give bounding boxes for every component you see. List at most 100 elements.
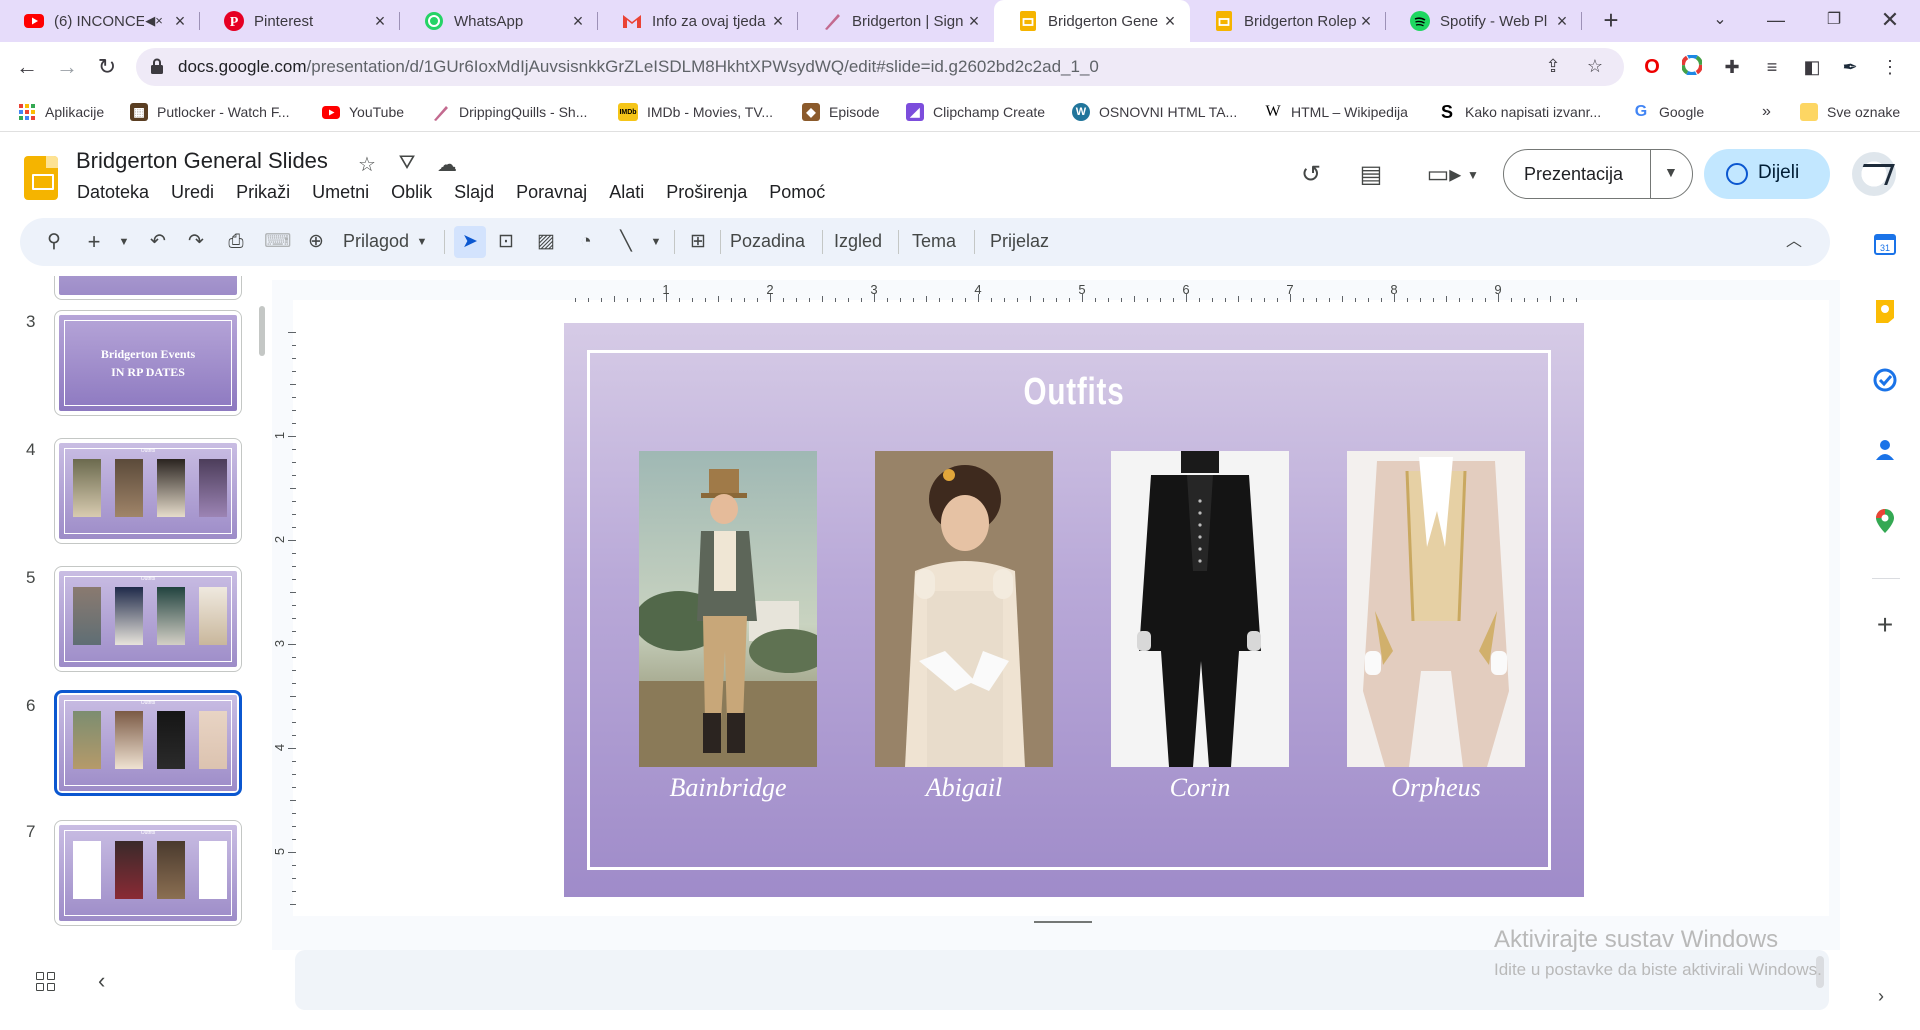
menu-prikazi[interactable]: Prikaži: [236, 182, 290, 206]
tab-pinterest[interactable]: P Pinterest ×: [200, 0, 400, 42]
new-tab-plus-icon[interactable]: +: [1596, 6, 1626, 36]
close-tab-icon[interactable]: ×: [1356, 11, 1376, 32]
bookmark-imdb[interactable]: IMDb IMDb - Movies, TV...: [618, 102, 773, 122]
outfit-image-abigail[interactable]: [875, 451, 1053, 767]
menu-pomoc[interactable]: Pomoć: [769, 182, 825, 206]
bookmark-wikipedia[interactable]: W HTML – Wikipedija: [1264, 102, 1408, 122]
collapse-toolbar-chevron-icon[interactable]: ︿: [1782, 230, 1806, 254]
tab-spotify[interactable]: Spotify - Web Pl ×: [1386, 0, 1582, 42]
menu-datoteka[interactable]: Datoteka: [77, 182, 149, 206]
grid-view-icon[interactable]: [36, 972, 56, 992]
outfit-image-bainbridge[interactable]: [639, 451, 817, 767]
menu-prosirenja[interactable]: Proširenja: [666, 182, 747, 206]
get-addons-plus-icon[interactable]: +: [1872, 611, 1898, 639]
cloud-saved-icon[interactable]: ☁: [434, 152, 460, 178]
tab-bridgerton-roleplay[interactable]: Bridgerton Rolep ×: [1190, 0, 1386, 42]
collapse-filmstrip-chevron-icon[interactable]: ‹: [98, 968, 105, 994]
bookmark-google[interactable]: G Google: [1632, 102, 1704, 122]
tab-gmail[interactable]: Info za ovaj tjeda ×: [598, 0, 798, 42]
text-box-icon[interactable]: ⊡: [494, 230, 518, 254]
current-slide[interactable]: Outfits Bainbridge Abigail Corin Orpheus: [564, 323, 1584, 897]
bookmark-star-icon[interactable]: ☆: [1584, 56, 1606, 78]
account-avatar[interactable]: [1852, 152, 1896, 196]
side-panel-icon[interactable]: ◧: [1800, 55, 1824, 79]
outfit-image-orpheus[interactable]: [1347, 451, 1525, 767]
new-slide-plus-icon[interactable]: +: [82, 230, 106, 254]
add-comment-icon[interactable]: ⊞: [686, 230, 710, 254]
menu-oblik[interactable]: Oblik: [391, 182, 432, 206]
menu-uredi[interactable]: Uredi: [171, 182, 214, 206]
tab-bridgerton-sign[interactable]: Bridgerton | Sign ×: [798, 0, 994, 42]
document-title[interactable]: Bridgerton General Slides: [76, 148, 328, 174]
minimize-icon[interactable]: —: [1748, 0, 1804, 42]
search-menus-icon[interactable]: ⚲: [42, 230, 66, 254]
meet-dropdown-icon[interactable]: ▼: [1458, 160, 1488, 190]
comments-icon[interactable]: ▤: [1356, 160, 1386, 190]
slides-logo-icon[interactable]: [24, 156, 58, 200]
bookmark-youtube[interactable]: YouTube: [322, 102, 404, 122]
zoom-dropdown-icon[interactable]: ▼: [410, 230, 434, 254]
star-icon[interactable]: ☆: [354, 152, 380, 178]
close-tab-icon[interactable]: ×: [964, 11, 984, 32]
line-dropdown-icon[interactable]: ▼: [644, 230, 668, 254]
outfit-caption-orpheus[interactable]: Orpheus: [1316, 773, 1556, 803]
share-button[interactable]: Dijeli: [1704, 149, 1830, 199]
version-history-icon[interactable]: ↺: [1296, 160, 1326, 190]
url-text[interactable]: docs.google.com/presentation/d/1GUr6IoxM…: [178, 57, 1099, 77]
close-window-icon[interactable]: ✕: [1862, 0, 1918, 42]
close-tab-icon[interactable]: ×: [170, 11, 190, 32]
expand-side-panel-chevron-icon[interactable]: ›: [1878, 986, 1884, 1007]
maps-icon[interactable]: [1872, 508, 1898, 534]
menu-umetni[interactable]: Umetni: [312, 182, 369, 206]
slide-thumbnail-2[interactable]: [54, 276, 242, 300]
present-button[interactable]: Prezentacija ▼: [1503, 149, 1693, 199]
bookmark-episode[interactable]: ◆ Episode: [802, 102, 880, 122]
tab-youtube[interactable]: (6) INCONCE ◀× ×: [0, 0, 200, 42]
close-tab-icon[interactable]: ×: [568, 11, 588, 32]
zoom-icon[interactable]: ⊕: [304, 230, 328, 254]
outfit-caption-bainbridge[interactable]: Bainbridge: [608, 773, 848, 803]
profile-avatar-icon[interactable]: ✒: [1838, 55, 1862, 79]
menu-poravnaj[interactable]: Poravnaj: [516, 182, 587, 206]
speaker-muted-icon[interactable]: ◀×: [144, 13, 164, 29]
slide-thumbnail-6[interactable]: Outfits: [54, 690, 242, 796]
slide-title[interactable]: Outfits: [676, 371, 1472, 414]
bookmark-apps[interactable]: Aplikacije: [18, 102, 104, 122]
print-icon[interactable]: ⎙: [224, 230, 248, 254]
close-tab-icon[interactable]: ×: [1160, 11, 1180, 32]
media-queue-icon[interactable]: ≡: [1760, 55, 1784, 79]
bookmark-kako-napisati[interactable]: S Kako napisati izvanr...: [1438, 102, 1601, 122]
vertical-ruler[interactable]: 1 2 3 4 5: [272, 320, 296, 916]
color-wheel-extension-icon[interactable]: [1680, 54, 1704, 79]
new-slide-dropdown-icon[interactable]: ▼: [112, 230, 136, 254]
bookmarks-overflow-chevron[interactable]: »: [1762, 102, 1771, 122]
slide-filmstrip[interactable]: 3 Bridgerton Events IN RP DATES 4 Outfits…: [0, 276, 272, 936]
menu-slajd[interactable]: Slajd: [454, 182, 494, 206]
move-folder-icon[interactable]: ⛛: [394, 152, 420, 178]
share-page-icon[interactable]: ⇪: [1542, 56, 1564, 78]
tab-bridgerton-general-slides[interactable]: Bridgerton Gene ×: [994, 0, 1190, 42]
outfit-caption-corin[interactable]: Corin: [1080, 773, 1320, 803]
bookmark-drippingquills[interactable]: DrippingQuills - Sh...: [432, 102, 587, 122]
redo-icon[interactable]: ↷: [184, 230, 208, 254]
reload-icon[interactable]: ↻: [92, 53, 122, 83]
outfit-image-corin[interactable]: [1111, 451, 1289, 767]
close-tab-icon[interactable]: ×: [768, 11, 788, 32]
opera-extension-icon[interactable]: O: [1640, 55, 1664, 79]
bookmark-other-folder[interactable]: Sve oznake: [1800, 102, 1900, 122]
slide-thumbnail-4[interactable]: Outfits: [54, 438, 242, 544]
close-tab-icon[interactable]: ×: [1552, 11, 1572, 32]
extensions-puzzle-icon[interactable]: ✚: [1720, 55, 1744, 79]
bookmark-putlocker[interactable]: ▦ Putlocker - Watch F...: [130, 102, 290, 122]
background-button[interactable]: Pozadina: [730, 231, 805, 252]
theme-button[interactable]: Tema: [912, 231, 956, 252]
tasks-icon[interactable]: [1872, 368, 1898, 394]
close-tab-icon[interactable]: ×: [370, 11, 390, 32]
zoom-select[interactable]: Prilagod: [343, 231, 409, 252]
undo-icon[interactable]: ↶: [146, 230, 170, 254]
shape-icon[interactable]: ◔: [574, 230, 598, 254]
slide-thumbnail-3[interactable]: Bridgerton Events IN RP DATES: [54, 310, 242, 416]
calendar-icon[interactable]: 31: [1872, 232, 1898, 258]
menu-alati[interactable]: Alati: [609, 182, 644, 206]
tab-search-chevron-icon[interactable]: ⌄: [1692, 0, 1748, 42]
